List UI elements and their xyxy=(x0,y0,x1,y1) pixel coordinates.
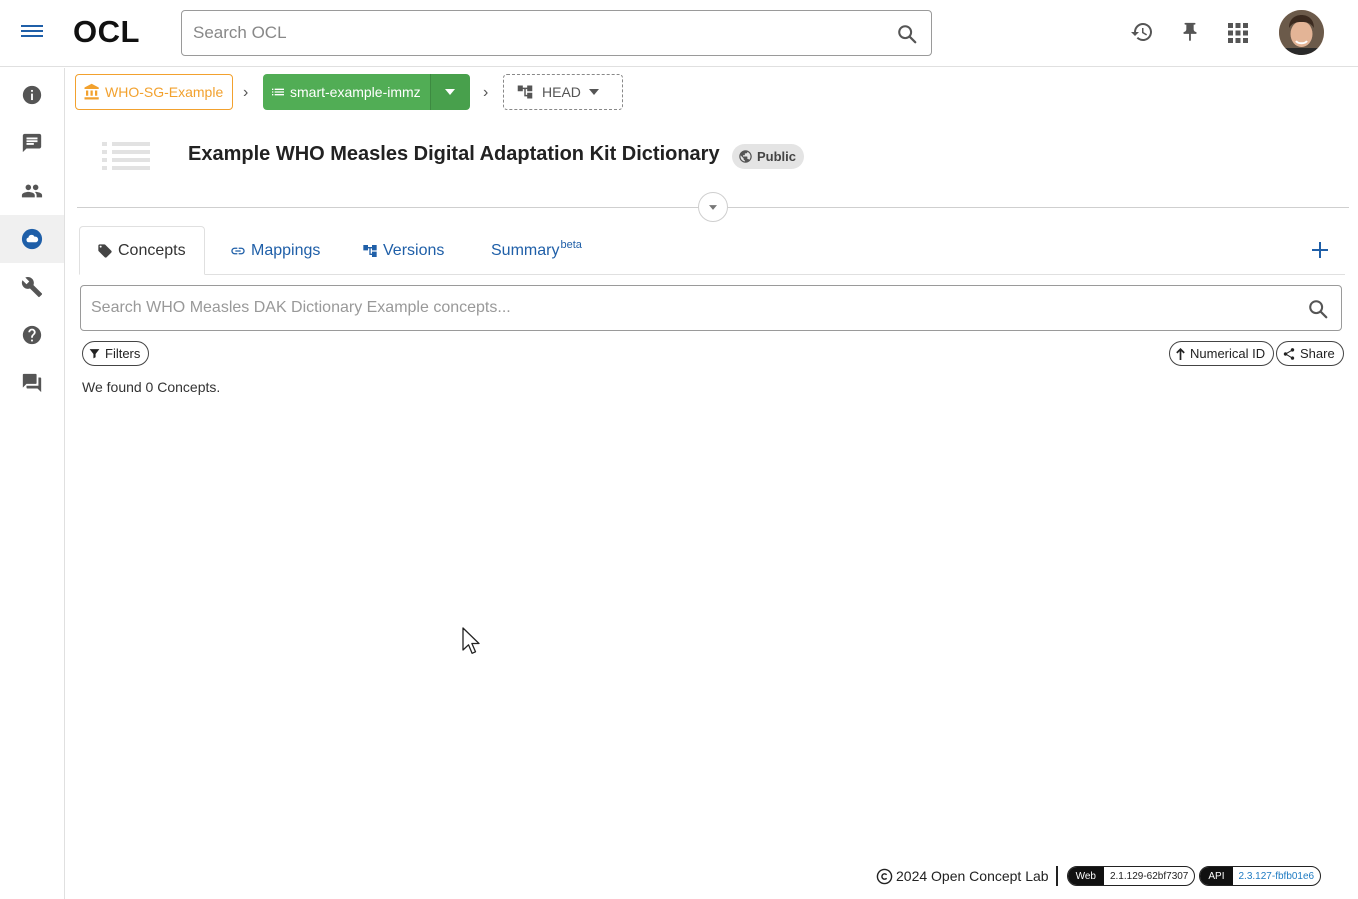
app-logo[interactable]: OCL xyxy=(73,14,140,50)
collapse-header-button[interactable] xyxy=(698,192,728,222)
share-label: Share xyxy=(1300,346,1335,361)
api-version-label: API xyxy=(1200,867,1233,885)
sidebar-item-info[interactable] xyxy=(0,71,64,119)
version-tree-icon xyxy=(517,85,533,99)
user-avatar[interactable] xyxy=(1279,10,1324,55)
breadcrumb-org-label: WHO-SG-Example xyxy=(105,84,224,100)
arrow-up-icon xyxy=(1176,347,1185,360)
search-icon[interactable] xyxy=(1307,298,1329,320)
filters-button[interactable]: Filters xyxy=(82,341,150,366)
footer: 2024 Open Concept Lab Web 2.1.129-62bf73… xyxy=(876,866,1325,886)
top-bar: OCL xyxy=(0,0,1358,67)
sidebar xyxy=(0,68,65,899)
breadcrumb-chevron-icon: › xyxy=(243,84,249,101)
sort-label: Numerical ID xyxy=(1190,346,1266,361)
add-button[interactable] xyxy=(1306,236,1334,264)
tab-versions[interactable]: Versions xyxy=(345,226,461,275)
caret-down-icon xyxy=(445,89,456,95)
visibility-badge: Public xyxy=(732,144,805,169)
tag-icon xyxy=(98,243,112,258)
info-icon xyxy=(22,85,42,105)
pin-icon[interactable] xyxy=(1179,20,1201,44)
copyright-icon xyxy=(876,868,893,884)
web-version-badge: Web 2.1.129-62bf7307 xyxy=(1066,866,1196,886)
web-version-value: 2.1.129-62bf7307 xyxy=(1109,870,1189,882)
global-search xyxy=(181,10,932,56)
sidebar-item-repositories[interactable] xyxy=(0,215,64,263)
footer-separator xyxy=(1055,866,1058,886)
breadcrumb-version-label: HEAD xyxy=(542,84,581,100)
sidebar-item-messages[interactable] xyxy=(0,119,64,167)
breadcrumb-chevron-icon: › xyxy=(483,84,489,101)
apps-grid-icon[interactable] xyxy=(1227,22,1249,44)
breadcrumb-org[interactable]: WHO-SG-Example xyxy=(75,74,234,110)
people-icon xyxy=(21,184,43,198)
tab-summary[interactable]: Summary beta xyxy=(474,226,599,275)
caret-down-icon xyxy=(588,89,599,95)
filters-label: Filters xyxy=(105,346,141,361)
tab-summary-label: Summary xyxy=(491,241,560,259)
version-tree-icon xyxy=(363,244,377,257)
page-title: Example WHO Measles Digital Adaptation K… xyxy=(188,143,720,165)
search-icon[interactable] xyxy=(896,23,918,45)
result-count: We found 0 Concepts. xyxy=(82,379,221,395)
beta-label: beta xyxy=(560,238,582,251)
tab-concepts-label: Concepts xyxy=(118,241,186,259)
share-icon xyxy=(1283,347,1295,360)
breadcrumb-version[interactable]: HEAD xyxy=(503,74,623,110)
mouse-cursor-icon xyxy=(462,627,480,654)
menu-icon[interactable] xyxy=(21,22,43,44)
concept-search xyxy=(80,285,1342,331)
share-button[interactable]: Share xyxy=(1276,341,1344,366)
sidebar-item-tools[interactable] xyxy=(0,263,64,311)
sidebar-item-help[interactable] xyxy=(0,311,64,359)
breadcrumb-source: smart-example-immz xyxy=(263,74,470,110)
filter-icon xyxy=(89,349,100,359)
concept-search-input[interactable] xyxy=(81,286,1281,330)
tab-mappings-label: Mappings xyxy=(251,241,321,259)
sort-button[interactable]: Numerical ID xyxy=(1169,341,1275,366)
api-version-badge[interactable]: API 2.3.127-fbfb01e6 xyxy=(1199,866,1322,886)
sidebar-item-forum[interactable] xyxy=(0,359,64,407)
help-icon xyxy=(22,325,42,345)
breadcrumb-source-label: smart-example-immz xyxy=(290,84,421,100)
link-icon xyxy=(231,247,245,254)
list-icon xyxy=(272,88,284,96)
wrench-icon xyxy=(21,277,43,298)
tab-versions-label: Versions xyxy=(383,241,445,259)
copyright-text: 2024 Open Concept Lab xyxy=(896,868,1049,884)
source-dropdown-button[interactable] xyxy=(429,74,470,110)
caret-down-icon xyxy=(709,204,717,210)
cloud-icon xyxy=(21,228,43,250)
sidebar-item-users[interactable] xyxy=(0,167,64,215)
copyright: 2024 Open Concept Lab xyxy=(876,868,1049,885)
dictionary-list-icon xyxy=(102,142,150,170)
plus-icon xyxy=(1312,242,1328,258)
global-search-input[interactable] xyxy=(182,11,862,55)
breadcrumb-source-button[interactable]: smart-example-immz xyxy=(263,74,430,110)
tab-concepts[interactable]: Concepts xyxy=(79,226,205,275)
web-version-label: Web xyxy=(1067,867,1104,885)
visibility-label: Public xyxy=(757,149,797,164)
api-version-value[interactable]: 2.3.127-fbfb01e6 xyxy=(1233,871,1321,882)
history-icon[interactable] xyxy=(1130,20,1154,44)
tab-mappings[interactable]: Mappings xyxy=(213,226,337,275)
globe-icon xyxy=(739,150,752,163)
institution-icon xyxy=(84,83,99,100)
message-icon xyxy=(22,133,42,153)
forum-icon xyxy=(22,373,42,393)
